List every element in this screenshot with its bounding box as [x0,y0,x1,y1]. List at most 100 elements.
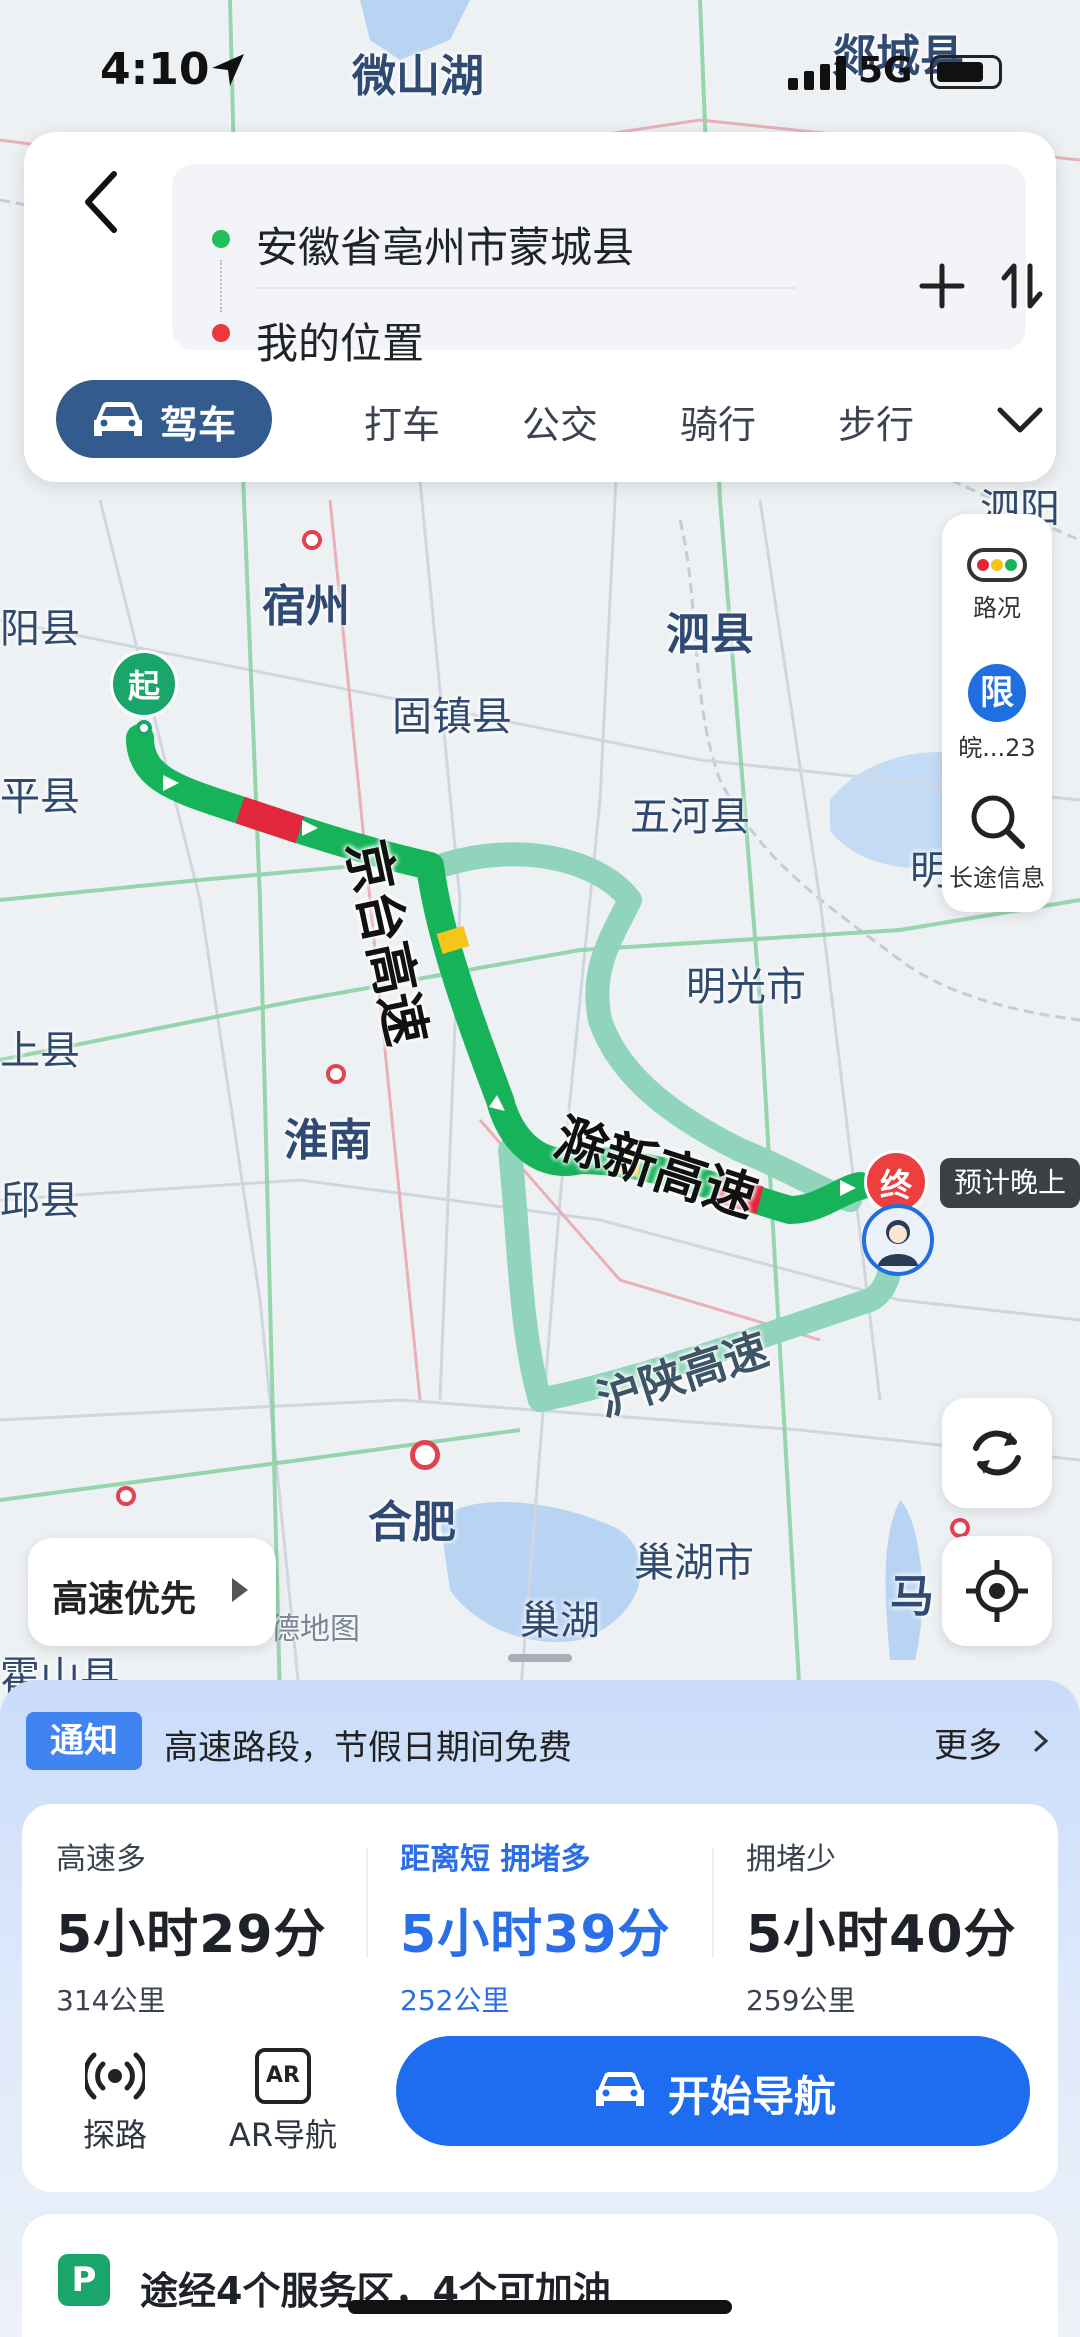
caret-right-icon [232,1578,248,1602]
route-option-label: 高速多 [56,1842,146,1877]
tab-cycling[interactable]: 骑行 [680,394,756,449]
long-trip-label: 长途信息 [949,864,1045,892]
locate-me-button[interactable] [942,1536,1052,1646]
place-yang: 阳县 [0,606,80,652]
battery-icon [930,55,1002,89]
route-preference-label: 高速优先 [52,1579,197,1620]
place-shou: 邱县 [0,1178,80,1224]
place-chaohushi: 巢湖市 [634,1540,754,1586]
chevron-right-icon [1034,1730,1049,1752]
limit-icon: 限 [968,664,1026,722]
route-preference-chip[interactable]: 高速优先 [28,1538,276,1646]
notice-tag: 通知 [26,1712,142,1770]
route-input-card: 安徽省亳州市蒙城县 我的位置 驾车 打车 公交 骑行 步行 [24,132,1056,482]
route-option-2[interactable]: 距离短 拥堵多 5小时39分 252公里 [400,1834,730,2019]
status-bar: 4:10 5G [0,0,1080,130]
route-option-distance: 259公里 [746,1984,856,2017]
parking-icon: P [58,2254,110,2306]
divider [712,1848,714,1958]
start-point-dot [136,720,152,736]
tab-walking[interactable]: 步行 [838,394,914,449]
ar-icon: AR [255,2048,311,2104]
route-option-1[interactable]: 高速多 5小时29分 314公里 [56,1834,386,2019]
divider [256,287,796,289]
traffic-toggle[interactable]: 路况 [942,548,1052,623]
eta-flag: 预计晚上 [940,1158,1080,1208]
route-option-distance: 314公里 [56,1984,166,2017]
place-sixian: 泗县 [666,609,754,660]
city-marker [950,1518,970,1538]
explore-road-button[interactable]: 探路 [50,2048,180,2156]
city-marker [326,1064,346,1084]
notice-bar[interactable]: 通知 高速路段，节假日期间免费 更多 [0,1680,1080,1800]
place-ma: 马 [890,1571,934,1622]
route-options-card: 高速多 5小时29分 314公里 距离短 拥堵多 5小时39分 252公里 拥堵… [22,1804,1058,2192]
route-option-duration: 5小时40分 [746,1905,1017,1965]
refresh-route-button[interactable] [942,1398,1052,1508]
user-icon [878,1220,918,1266]
route-option-label: 拥堵少 [746,1842,836,1877]
broadcast-icon [85,2052,145,2100]
place-ping: 平县 [0,774,80,820]
location-arrow-icon [212,54,244,86]
route-option-duration: 5小时39分 [400,1905,671,1965]
route-option-3[interactable]: 拥堵少 5小时40分 259公里 [746,1834,1076,2019]
driving-limit-button[interactable]: 限 皖...23 [942,664,1052,763]
divider [366,1848,368,1958]
travel-mode-tabs: 驾车 打车 公交 骑行 步行 [56,380,1043,460]
signal-icon [788,56,846,90]
search-icon [971,795,1025,849]
place-hefei: 合肥 [368,1497,456,1548]
notice-more-link[interactable]: 更多 [934,1718,1002,1767]
city-marker-hefei [410,1440,440,1470]
route-option-duration: 5小时29分 [56,1905,327,1965]
add-waypoint-icon[interactable] [912,256,972,316]
route-option-label: 距离短 拥堵多 [400,1842,591,1877]
congestion-segment [235,796,305,844]
origin-field[interactable]: 安徽省亳州市蒙城县 [256,214,634,275]
sheet-drag-handle[interactable] [508,1654,572,1662]
refresh-icon [973,1430,1021,1476]
place-wuhe: 五河县 [630,794,750,840]
swap-icon[interactable] [992,256,1052,316]
start-dot-icon [212,230,230,248]
microphone-icon[interactable] [1072,256,1080,316]
status-time: 4:10 [100,44,210,95]
limit-label: 皖...23 [958,734,1036,762]
explore-label: 探路 [82,2116,147,2154]
crosshair-icon [966,1560,1028,1622]
back-icon[interactable] [64,162,144,242]
service-area-card[interactable]: P 途经4个服务区，4个可加油 [22,2214,1058,2337]
traffic-label: 路况 [973,594,1021,622]
end-dot-icon [212,324,230,342]
ar-label: AR导航 [228,2116,338,2154]
traffic-light-icon [967,548,1027,582]
route-inputs: 安徽省亳州市蒙城县 我的位置 [172,164,1043,368]
start-navigation-label: 开始导航 [668,2072,837,2121]
place-suzhou: 宿州 [262,581,350,632]
slow-segment [436,925,470,955]
home-indicator[interactable] [348,2300,732,2314]
network-type: 5G [858,50,913,91]
tab-taxi[interactable]: 打车 [364,394,440,449]
city-marker [116,1486,136,1506]
notice-message: 高速路段，节假日期间免费 [164,1728,572,1768]
place-mingguang: 明光市 [686,964,806,1010]
start-navigation-button[interactable]: 开始导航 [396,2036,1030,2146]
place-guzhen: 固镇县 [392,694,512,740]
map-side-tools: 路况 限 皖...23 长途信息 [942,514,1052,912]
place-huainan: 淮南 [284,1115,372,1166]
tab-drive[interactable]: 驾车 [56,380,272,458]
place-chaohu-lake: 巢湖 [520,1598,600,1644]
long-trip-info-button[interactable]: 长途信息 [942,790,1052,893]
city-marker [302,530,322,550]
tab-transit[interactable]: 公交 [522,394,598,449]
start-pin[interactable]: 起 [110,650,178,718]
route-option-distance: 252公里 [400,1984,510,2017]
route-connector [220,260,222,312]
destination-field[interactable]: 我的位置 [256,310,424,371]
chevron-down-icon[interactable] [994,402,1046,438]
route-summary-sheet: 通知 高速路段，节假日期间免费 更多 高速多 5小时29分 314公里 距离短 … [0,1680,1080,2337]
car-icon [596,2072,644,2106]
ar-navigation-button[interactable]: AR AR导航 [218,2048,348,2156]
